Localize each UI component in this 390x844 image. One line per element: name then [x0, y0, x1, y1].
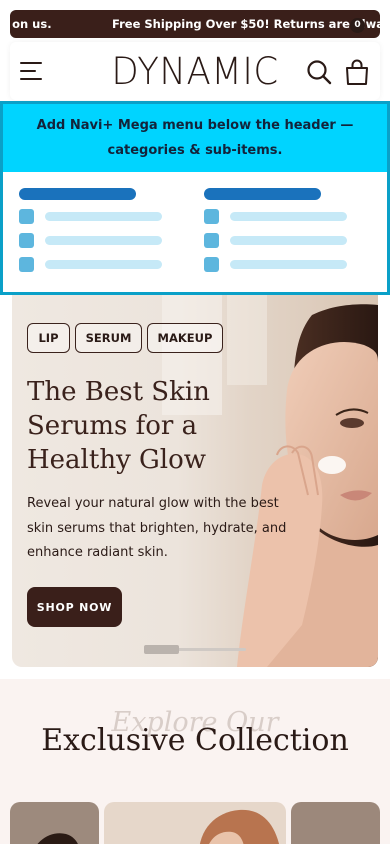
- collection-card-image: [37, 833, 78, 844]
- collection-section: Explore Our Exclusive Collection: [0, 679, 390, 844]
- hero-title: The Best Skin Serums for a Healthy Glow: [27, 377, 210, 475]
- shopping-bag-icon[interactable]: [344, 58, 370, 86]
- mega-menu-column: [204, 188, 364, 272]
- hero-subtitle: Reveal your natural glow with the best s…: [27, 496, 287, 560]
- announcement-text: always on us.: [10, 17, 52, 31]
- tag-lip[interactable]: LIP: [27, 323, 70, 353]
- hamburger-menu-icon[interactable]: [20, 60, 46, 82]
- slider-progress-thumb[interactable]: [144, 645, 179, 654]
- mega-menu-item: [19, 209, 179, 224]
- mega-menu-item: [19, 257, 179, 272]
- site-logo[interactable]: DYNAMIC: [106, 50, 285, 93]
- site-header: DYNAMIC: [10, 42, 380, 100]
- announcement-bar: always on us. Free Shipping Over $50! Re…: [10, 10, 380, 38]
- collection-card[interactable]: [104, 802, 286, 844]
- announcement-text: Free Shipping Over $50! Returns are alwa…: [112, 17, 380, 31]
- hero-banner: LIP SERUM MAKEUP The Best Skin Serums fo…: [12, 295, 378, 667]
- mega-menu-notice: Add Navi+ Mega menu below the header — c…: [3, 104, 387, 172]
- search-icon[interactable]: [306, 59, 332, 85]
- mega-menu-category: [204, 188, 321, 200]
- shop-now-button[interactable]: SHOP NOW: [27, 587, 122, 627]
- mega-menu-item: [204, 257, 364, 272]
- mega-menu-item: [204, 233, 364, 248]
- collection-card-image: [199, 809, 280, 844]
- mega-menu-category: [19, 188, 136, 200]
- mega-menu-item: [19, 233, 179, 248]
- collection-card[interactable]: [10, 802, 99, 844]
- collection-title: Exclusive Collection: [41, 723, 349, 758]
- cart-count-badge: 0: [350, 18, 365, 33]
- tag-makeup[interactable]: MAKEUP: [147, 323, 223, 353]
- collection-card[interactable]: [291, 802, 380, 844]
- mega-menu-placeholder: Add Navi+ Mega menu below the header — c…: [0, 101, 390, 295]
- tag-serum[interactable]: SERUM: [75, 323, 142, 353]
- mega-menu-item: [204, 209, 364, 224]
- mega-menu-column: [19, 188, 179, 272]
